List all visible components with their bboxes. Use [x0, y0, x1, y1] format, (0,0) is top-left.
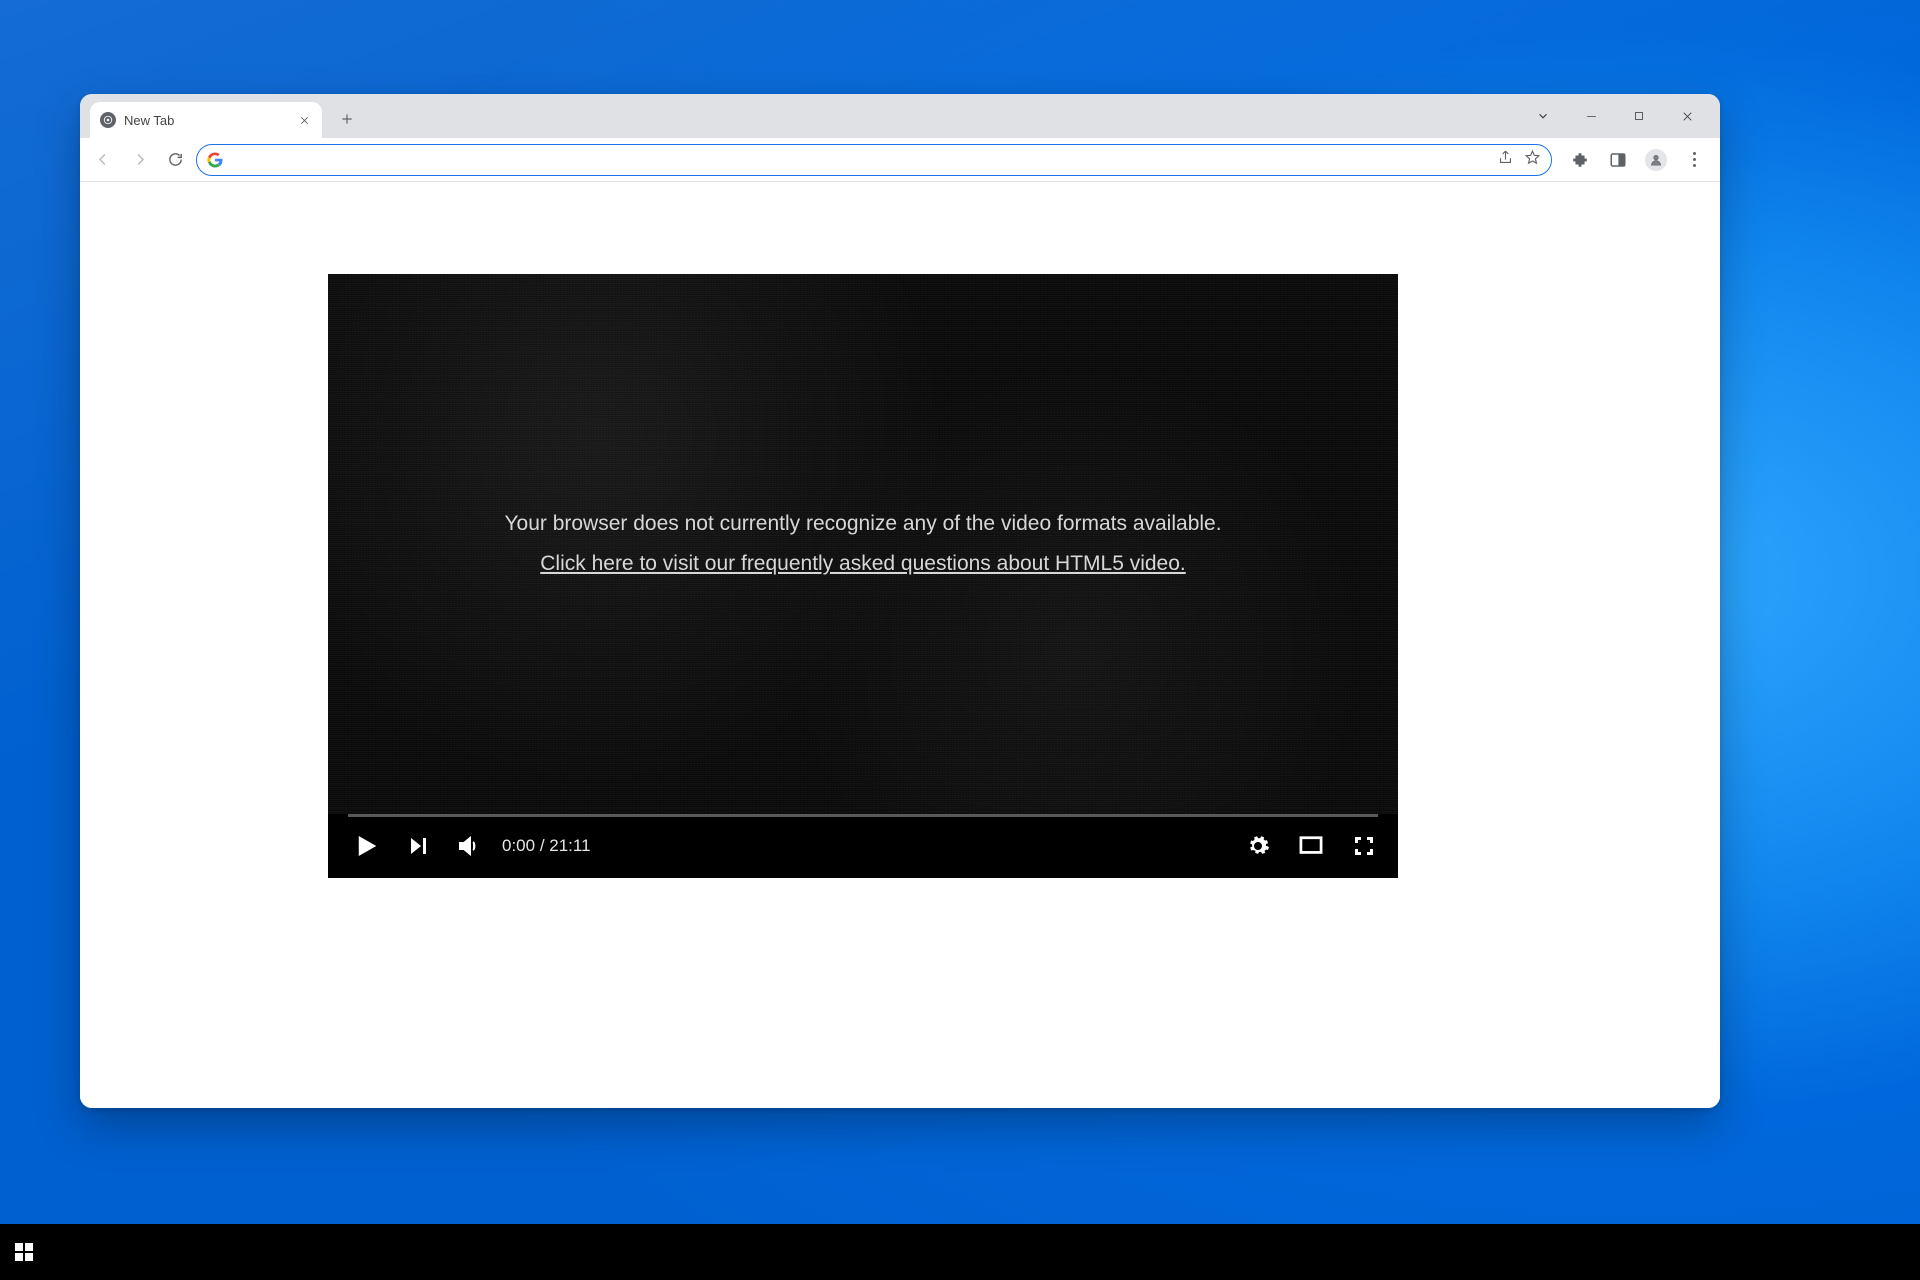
video-controls: 0:00 / 21:11	[328, 814, 1398, 878]
volume-button[interactable]	[456, 834, 480, 858]
next-button[interactable]	[406, 834, 430, 858]
forward-button[interactable]	[124, 145, 154, 175]
play-button[interactable]	[350, 831, 380, 861]
side-panel-icon[interactable]	[1604, 146, 1632, 174]
tab-search-button[interactable]	[1528, 101, 1558, 131]
taskbar	[0, 1224, 1920, 1280]
duration: 21:11	[549, 836, 590, 855]
browser-tab[interactable]: New Tab	[90, 102, 322, 138]
window-controls	[1528, 94, 1714, 138]
current-time: 0:00	[502, 836, 535, 855]
address-input[interactable]	[231, 152, 1489, 168]
chrome-menu-button[interactable]	[1680, 146, 1708, 174]
reload-button[interactable]	[160, 145, 190, 175]
theater-mode-icon[interactable]	[1296, 835, 1326, 857]
browser-toolbar	[80, 138, 1720, 182]
video-player: Your browser does not currently recogniz…	[328, 274, 1398, 878]
toolbar-actions	[1558, 146, 1712, 174]
video-stage[interactable]: Your browser does not currently recogniz…	[328, 274, 1398, 814]
browser-window: New Tab	[80, 94, 1720, 1108]
bookmark-star-icon[interactable]	[1524, 149, 1541, 171]
windows-icon	[15, 1243, 33, 1261]
desktop-background: New Tab	[0, 0, 1920, 1280]
extensions-icon[interactable]	[1566, 146, 1594, 174]
address-bar[interactable]	[196, 144, 1552, 176]
video-error-faq-link[interactable]: Click here to visit our frequently asked…	[540, 552, 1186, 575]
tab-favicon-icon	[100, 112, 116, 128]
close-window-button[interactable]	[1672, 101, 1702, 131]
tab-title: New Tab	[124, 113, 174, 128]
video-error-message: Your browser does not currently recogniz…	[464, 504, 1261, 584]
progress-bar[interactable]	[348, 814, 1378, 817]
time-display: 0:00 / 21:11	[502, 836, 591, 856]
tab-strip: New Tab	[80, 94, 1720, 138]
video-error-line: Your browser does not currently recogniz…	[504, 504, 1221, 544]
time-separator: /	[535, 836, 549, 855]
back-button[interactable]	[88, 145, 118, 175]
fullscreen-icon[interactable]	[1352, 834, 1376, 858]
settings-gear-icon[interactable]	[1246, 834, 1270, 858]
google-icon	[207, 152, 223, 168]
maximize-button[interactable]	[1624, 101, 1654, 131]
new-tab-button[interactable]	[332, 104, 362, 134]
start-button[interactable]	[0, 1224, 48, 1280]
profile-avatar[interactable]	[1642, 146, 1670, 174]
share-icon[interactable]	[1497, 149, 1514, 171]
minimize-button[interactable]	[1576, 101, 1606, 131]
tab-close-button[interactable]	[296, 112, 312, 128]
page-content: Your browser does not currently recogniz…	[80, 182, 1720, 1108]
